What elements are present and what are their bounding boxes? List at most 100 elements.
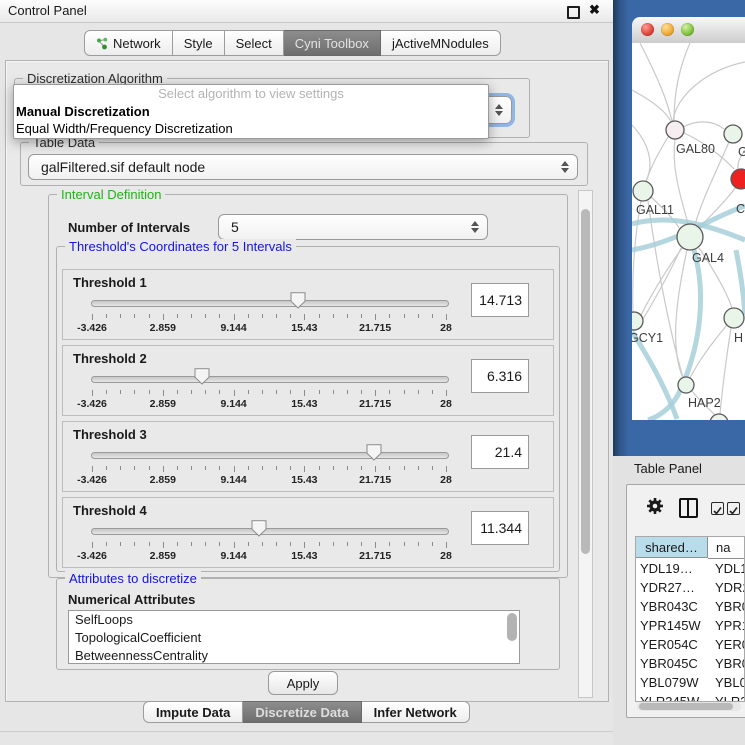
network-node-h[interactable] xyxy=(724,308,744,328)
table-row[interactable]: YLR345WYLR3 xyxy=(636,692,744,702)
minimize-traffic-light-icon[interactable] xyxy=(661,23,674,36)
close-icon[interactable]: ✖ xyxy=(589,2,600,18)
slider-tick xyxy=(120,466,121,470)
threshold-value-field[interactable]: 14.713 xyxy=(471,283,529,317)
network-edge xyxy=(632,125,650,181)
checkbox-icon[interactable] xyxy=(711,502,724,515)
attribute-item-topologicalcoefficient[interactable]: TopologicalCoefficient xyxy=(69,629,519,647)
threshold-label: Threshold 3 xyxy=(73,427,147,442)
network-node[interactable] xyxy=(724,125,742,143)
tab-network[interactable]: Network xyxy=(84,30,173,56)
list-scrollbar-thumb[interactable] xyxy=(507,613,517,641)
column-header-shared[interactable]: shared… xyxy=(636,537,708,558)
slider-tick-label: -3.426 xyxy=(77,322,107,334)
node-label: GCY1 xyxy=(632,331,663,345)
table-row[interactable]: YDR27…YDR2 xyxy=(636,578,744,597)
cell-shared-name: YPR145W xyxy=(636,616,708,635)
attribute-item-betweennesscentrality[interactable]: BetweennessCentrality xyxy=(69,647,519,664)
slider-tick xyxy=(404,390,405,394)
table-data-combobox[interactable]: galFiltered.sif default node xyxy=(28,154,578,180)
close-traffic-light-icon[interactable] xyxy=(641,23,654,36)
cell-name: YDL1 xyxy=(708,559,744,578)
slider-tick xyxy=(205,542,206,546)
dropdown-option-equal-width-frequency-discretization[interactable]: Equal Width/Frequency Discretization xyxy=(14,120,488,137)
slider-tick xyxy=(375,314,376,320)
network-edge xyxy=(673,62,745,121)
node-table[interactable]: shared… na YDL19…YDL1YDR27…YDR2YBR043CYB… xyxy=(635,536,745,702)
table-panel: shared… na YDL19…YDL1YDR27…YDR2YBR043CYB… xyxy=(626,484,745,718)
slider-thumb[interactable] xyxy=(290,292,306,309)
slider-tick-label: 28 xyxy=(440,550,452,562)
table-horizontal-scrollbar[interactable] xyxy=(637,702,741,711)
tab-infer-network[interactable]: Infer Network xyxy=(362,701,470,723)
tab-discretize-data[interactable]: Discretize Data xyxy=(243,701,361,723)
slider-track[interactable] xyxy=(91,528,449,535)
table-row[interactable]: YBR043CYBR0 xyxy=(636,597,744,616)
attributes-listbox[interactable]: SelfLoopsTopologicalCoefficientBetweenne… xyxy=(68,610,520,664)
slider-thumb[interactable] xyxy=(194,368,210,385)
float-icon[interactable] xyxy=(567,6,580,19)
tab-cyni-toolbox[interactable]: Cyni Toolbox xyxy=(284,30,381,56)
tab-label: Select xyxy=(236,36,272,51)
slider-tick xyxy=(319,314,320,318)
slider-tick xyxy=(375,390,376,396)
combo-stepper-icon xyxy=(495,104,503,116)
network-node[interactable] xyxy=(710,414,728,420)
gear-icon[interactable] xyxy=(645,496,665,516)
network-node-gal11[interactable] xyxy=(633,181,653,201)
table-hscrollbar-thumb[interactable] xyxy=(639,703,733,710)
zoom-traffic-light-icon[interactable] xyxy=(681,23,694,36)
threshold-value-field[interactable]: 21.4 xyxy=(471,435,529,469)
slider-tick xyxy=(248,542,249,546)
slider-tick xyxy=(333,314,334,318)
slider-tick xyxy=(389,466,390,470)
checkbox-icon[interactable] xyxy=(727,502,740,515)
slider-tick xyxy=(234,390,235,396)
slider-track[interactable] xyxy=(91,452,449,459)
dropdown-option-manual-discretization[interactable]: Manual Discretization xyxy=(14,103,488,120)
slider-track[interactable] xyxy=(91,300,449,307)
cell-name: YBR0 xyxy=(708,597,744,616)
threshold-value-field[interactable]: 6.316 xyxy=(471,359,529,393)
tab-select[interactable]: Select xyxy=(225,30,284,56)
table-row[interactable]: YBR045CYBR0 xyxy=(636,654,744,673)
slider-tick xyxy=(219,390,220,394)
slider-track[interactable] xyxy=(91,376,449,383)
table-row[interactable]: YDL19…YDL1 xyxy=(636,559,744,578)
network-node-gal80[interactable] xyxy=(666,121,684,139)
column-header-name[interactable]: na xyxy=(708,537,744,559)
slider-tick xyxy=(262,542,263,546)
tab-style[interactable]: Style xyxy=(173,30,225,56)
network-node-gal4[interactable] xyxy=(677,224,703,250)
network-edge xyxy=(633,201,641,312)
slider-thumb[interactable] xyxy=(251,520,267,537)
network-canvas[interactable]: GAL80GAL11GAL4GCY1HHAP2GAC xyxy=(632,43,745,420)
columns-icon[interactable] xyxy=(679,498,698,518)
apply-button[interactable]: Apply xyxy=(268,671,338,695)
slider-tick xyxy=(333,466,334,470)
tab-jactivemnodules[interactable]: jActiveMNodules xyxy=(381,30,501,56)
table-row[interactable]: YPR145WYPR1 xyxy=(636,616,744,635)
slider-tick xyxy=(134,466,135,470)
tab-label: Network xyxy=(113,36,161,51)
tab-impute-data[interactable]: Impute Data xyxy=(143,701,243,723)
threshold-value-field[interactable]: 11.344 xyxy=(471,511,529,545)
slider-tick xyxy=(120,542,121,546)
vertical-scrollbar-thumb[interactable] xyxy=(581,209,590,554)
group-legend: Interval Definition xyxy=(57,187,165,202)
slider-tick xyxy=(163,542,164,548)
network-node[interactable] xyxy=(731,169,745,189)
cell-shared-name: YBL079W xyxy=(636,673,708,692)
slider-tick xyxy=(276,314,277,318)
vertical-scrollbar[interactable] xyxy=(578,190,593,698)
table-row[interactable]: YER054CYER0 xyxy=(636,635,744,654)
table-row[interactable]: YBL079WYBL0 xyxy=(636,673,744,692)
cell-shared-name: YBR045C xyxy=(636,654,708,673)
slider-tick xyxy=(333,542,334,546)
slider-tick xyxy=(106,542,107,546)
node-label: GAL11 xyxy=(636,203,674,217)
num-intervals-combobox[interactable]: 5 xyxy=(218,214,488,240)
slider-thumb[interactable] xyxy=(366,444,382,461)
attribute-item-selfloops[interactable]: SelfLoops xyxy=(69,611,519,629)
network-node-hap2[interactable] xyxy=(678,377,694,393)
